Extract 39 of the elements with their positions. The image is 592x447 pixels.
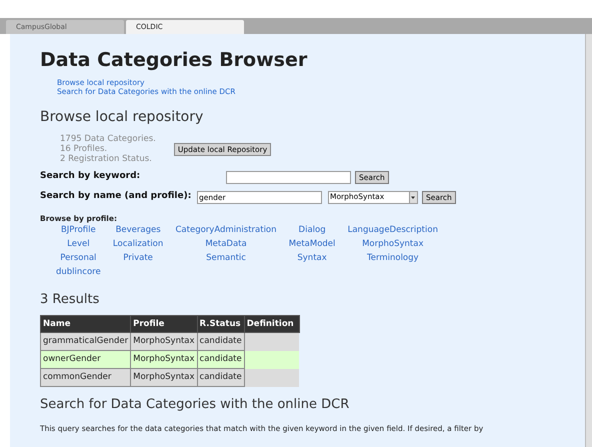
column-header: Name — [40, 316, 131, 332]
profile-link[interactable]: Level — [54, 239, 103, 250]
profile-link[interactable]: BJProfile — [54, 225, 103, 236]
section-heading: Search for Data Categories with the online DCR — [40, 397, 350, 413]
table-cell: grammaticalGender — [40, 332, 131, 350]
field-label: Search by name (and profile): — [40, 190, 192, 204]
profile-link[interactable]: LanguageDescription — [346, 225, 440, 236]
results-heading: 3 Results — [40, 292, 100, 308]
stat-text: 1795 Data Categories. — [60, 134, 156, 144]
profile-link[interactable]: MetaData — [174, 239, 279, 250]
table-cell: ownerGender — [40, 350, 131, 368]
profile-link[interactable]: Syntax — [286, 253, 338, 264]
table-cell: candidate — [197, 332, 244, 350]
profile-link[interactable]: Dialog — [286, 225, 338, 236]
table-cell: candidate — [197, 368, 244, 386]
profile-link[interactable]: Private — [110, 253, 166, 264]
dropdown-caret-icon — [409, 192, 417, 202]
profile-link[interactable]: dublincore — [54, 267, 103, 278]
profile-link[interactable]: Personal — [54, 253, 103, 264]
profile-link[interactable]: Terminology — [346, 253, 440, 264]
stat-text: 2 Registration Status. — [60, 154, 153, 164]
profile-link[interactable]: Localization — [110, 239, 166, 250]
section-heading: Browse local repository — [40, 108, 204, 126]
profile-link[interactable]: CategoryAdministration — [174, 225, 279, 236]
text-field[interactable] — [226, 170, 351, 184]
page-title: Data Categories Browser — [40, 48, 308, 72]
table-cell: MorphoSyntax — [130, 332, 198, 350]
stat-text: 16 Profiles. — [60, 144, 108, 154]
table-cell: candidate — [197, 350, 244, 368]
scrollbar[interactable] — [585, 34, 592, 447]
profile-link[interactable]: Semantic — [174, 253, 279, 264]
table-cell: commonGender — [40, 368, 131, 386]
table-cell: MorphoSyntax — [130, 368, 198, 386]
table-cell: MorphoSyntax — [130, 350, 198, 368]
profile-link[interactable]: MetaModel — [286, 239, 338, 250]
profile-link[interactable]: MorphoSyntax — [346, 239, 440, 250]
column-header: Profile — [130, 316, 198, 332]
field-label: Search by keyword: — [40, 170, 142, 184]
profile-link[interactable]: Beverages — [110, 225, 166, 236]
